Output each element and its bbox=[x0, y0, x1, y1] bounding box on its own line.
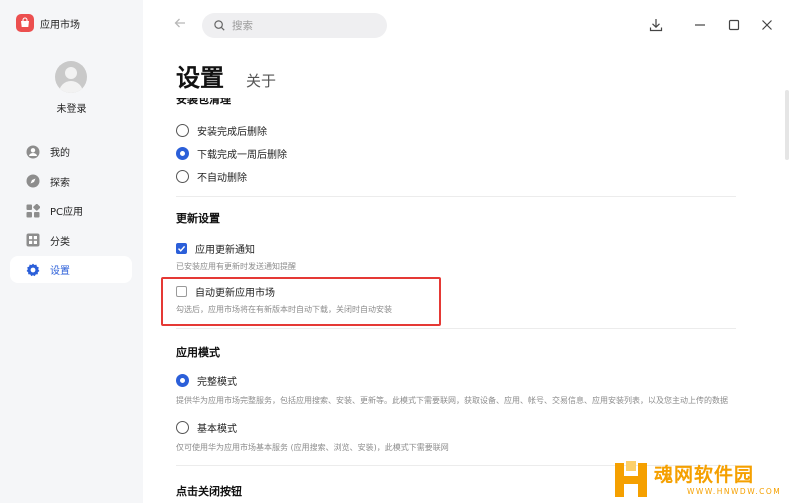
search-icon bbox=[214, 16, 225, 35]
divider bbox=[176, 328, 736, 329]
sidebar-item-label: 探索 bbox=[50, 177, 70, 189]
section-title-update: 更新设置 bbox=[176, 212, 220, 225]
section-title-package-cleanup: 安装包清理 bbox=[176, 98, 231, 106]
sidebar-item-label: PC应用 bbox=[50, 207, 84, 218]
sidebar: 应用市场 未登录 我的 探索 PC应用 分类 设置 bbox=[0, 0, 143, 503]
update-notify-desc: 已安装应用有更新时发送通知提醒 bbox=[176, 262, 296, 271]
radio-button[interactable] bbox=[176, 421, 189, 434]
watermark-text: 魂网软件园 bbox=[654, 464, 755, 486]
watermark-subtext: WWW.HNWDW.COM bbox=[687, 487, 782, 496]
radio-label: 下载完成一周后删除 bbox=[197, 150, 287, 161]
watermark-logo-icon bbox=[615, 461, 647, 497]
minimize-icon[interactable] bbox=[692, 17, 708, 33]
radio-no-auto-delete[interactable]: 不自动删除 bbox=[176, 169, 247, 184]
page-tabs: 设置 关于 bbox=[176, 58, 276, 93]
grid-icon bbox=[26, 233, 40, 247]
radio-delete-after-week[interactable]: 下载完成一周后删除 bbox=[176, 146, 287, 161]
username-label[interactable]: 未登录 bbox=[0, 100, 143, 115]
checkmark-icon bbox=[178, 245, 186, 252]
checkbox-label: 应用更新通知 bbox=[195, 245, 255, 256]
sidebar-item-explore[interactable]: 探索 bbox=[10, 168, 132, 195]
download-icon[interactable] bbox=[648, 17, 664, 33]
highlight-annotation bbox=[161, 277, 441, 326]
sidebar-item-label: 设置 bbox=[50, 266, 70, 277]
search-input[interactable] bbox=[232, 19, 372, 32]
sidebar-item-label: 我的 bbox=[50, 148, 70, 159]
radio-label: 基本模式 bbox=[197, 424, 237, 435]
back-arrow-icon[interactable] bbox=[174, 17, 186, 33]
section-title-close-button: 点击关闭按钮 bbox=[176, 485, 242, 498]
basic-mode-desc: 仅可使用华为应用市场基本服务 (应用搜索、浏览、安装)，此模式下需要联网 bbox=[176, 443, 449, 452]
sidebar-item-settings[interactable]: 设置 bbox=[10, 256, 132, 283]
gear-icon bbox=[26, 263, 40, 277]
checkbox[interactable] bbox=[176, 243, 187, 254]
tab-about[interactable]: 关于 bbox=[246, 70, 276, 91]
scrollbar[interactable] bbox=[785, 90, 789, 160]
radio-button[interactable] bbox=[176, 147, 189, 160]
radio-button[interactable] bbox=[176, 170, 189, 183]
radio-label: 完整模式 bbox=[197, 377, 237, 388]
tab-settings[interactable]: 设置 bbox=[176, 58, 224, 93]
app-header: 应用市场 bbox=[16, 14, 80, 32]
checkbox-update-notify[interactable]: 应用更新通知 bbox=[176, 241, 255, 256]
sidebar-item-pc-apps[interactable]: PC应用 bbox=[10, 197, 132, 224]
sidebar-item-label: 分类 bbox=[50, 236, 70, 248]
radio-delete-after-install[interactable]: 安装完成后删除 bbox=[176, 123, 267, 138]
apps-icon bbox=[26, 203, 40, 218]
radio-button[interactable] bbox=[176, 124, 189, 137]
divider bbox=[176, 196, 736, 197]
topbar bbox=[143, 0, 800, 52]
radio-label: 不自动删除 bbox=[197, 173, 247, 184]
section-title-app-mode: 应用模式 bbox=[176, 346, 220, 359]
sidebar-item-category[interactable]: 分类 bbox=[10, 227, 132, 254]
avatar[interactable] bbox=[55, 61, 87, 93]
watermark: 魂网软件园 WWW.HNWDW.COM bbox=[604, 455, 800, 503]
app-title: 应用市场 bbox=[40, 19, 80, 31]
full-mode-desc: 提供华为应用市场完整服务，包括应用搜索、安装、更新等。此模式下需要联网，获取设备… bbox=[176, 396, 728, 405]
app-logo-icon bbox=[16, 14, 34, 32]
sidebar-nav: 我的 探索 PC应用 分类 设置 bbox=[10, 138, 132, 286]
radio-button[interactable] bbox=[176, 374, 189, 387]
search-box[interactable] bbox=[202, 13, 387, 38]
close-icon[interactable] bbox=[759, 17, 775, 33]
maximize-icon[interactable] bbox=[726, 17, 742, 33]
radio-basic-mode[interactable]: 基本模式 bbox=[176, 420, 237, 435]
person-icon bbox=[26, 145, 40, 159]
sidebar-item-mine[interactable]: 我的 bbox=[10, 138, 132, 165]
compass-icon bbox=[26, 174, 40, 188]
radio-full-mode[interactable]: 完整模式 bbox=[176, 373, 237, 388]
radio-label: 安装完成后删除 bbox=[197, 127, 267, 138]
